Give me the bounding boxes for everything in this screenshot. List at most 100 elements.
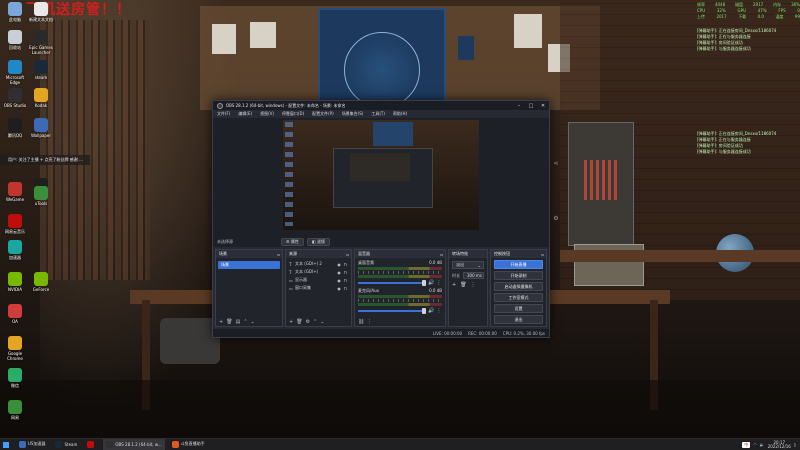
source-item[interactable]: T 文本 (GDI+) ◉ ⊓ bbox=[286, 268, 351, 276]
lock-icon[interactable]: ⊓ bbox=[342, 270, 348, 275]
scene-item[interactable]: 场景 bbox=[218, 261, 280, 269]
fader-row: 🔊 ⋮ bbox=[358, 308, 442, 314]
control-button[interactable]: 退出 bbox=[494, 315, 543, 324]
chevron-up-icon[interactable]: ⌃ bbox=[243, 319, 247, 325]
preview-area[interactable]: ⋖ ⚙ bbox=[213, 118, 559, 236]
menu-item[interactable]: 停靠窗口(D) bbox=[282, 111, 304, 117]
gear-icon[interactable]: ⚙ bbox=[551, 215, 561, 222]
desktop-icon[interactable]: NVIDIA bbox=[2, 272, 28, 292]
menu-item[interactable]: 视图(V) bbox=[260, 111, 274, 117]
volume-slider[interactable] bbox=[358, 280, 426, 286]
gear-icon[interactable]: ⋮ bbox=[436, 280, 442, 286]
app-icon bbox=[8, 304, 22, 318]
lock-icon[interactable]: ⊓ bbox=[342, 278, 348, 283]
desktop-icon[interactable]: 网易云音乐 bbox=[2, 214, 28, 234]
add-icon[interactable]: + bbox=[452, 282, 456, 288]
control-button[interactable]: 开始录制 bbox=[494, 271, 543, 280]
scenes-dock: 场景 ▫ 场景 + 🗑 ▤ ⌃ ⌄ bbox=[215, 249, 283, 327]
taskbar-app[interactable]: 斗鱼直播助手 bbox=[169, 439, 208, 450]
desktop-icon[interactable]: 此电脑 bbox=[2, 2, 28, 22]
desktop-icon[interactable]: Microsoft Edge bbox=[2, 60, 28, 85]
more-icon[interactable]: ⋮ bbox=[471, 282, 476, 288]
dock-float-icon[interactable]: ▫ bbox=[440, 252, 443, 257]
filter-icon[interactable]: ▤ bbox=[236, 319, 241, 325]
ime-indicator[interactable]: 中 bbox=[742, 441, 751, 448]
dock-float-icon[interactable]: ▫ bbox=[541, 252, 544, 257]
control-button[interactable]: 开始直播 bbox=[494, 260, 543, 269]
maximize-icon[interactable]: □ bbox=[525, 103, 537, 109]
lock-icon[interactable]: ⊓ bbox=[342, 262, 348, 267]
desktop-icon[interactable]: Kodak bbox=[28, 88, 54, 108]
taskbar-app[interactable] bbox=[84, 439, 99, 450]
trash-icon[interactable]: 🗑 bbox=[296, 319, 302, 325]
desktop-icon[interactable]: Wallpaper bbox=[28, 118, 54, 138]
control-button[interactable]: 工作室模式 bbox=[494, 293, 543, 302]
trash-icon[interactable]: 🗑 bbox=[226, 319, 232, 325]
lock-icon[interactable]: ⊓ bbox=[342, 286, 348, 291]
minimize-icon[interactable]: – bbox=[513, 103, 525, 109]
duration-input[interactable]: 300 ms bbox=[463, 272, 484, 279]
menu-item[interactable]: 帮助(H) bbox=[393, 111, 407, 117]
share-icon[interactable]: ⋖ bbox=[551, 160, 561, 167]
menu-item[interactable]: 编辑(E) bbox=[238, 111, 252, 117]
taskbar-app[interactable]: Steam bbox=[52, 439, 80, 450]
start-button[interactable] bbox=[0, 439, 12, 450]
desktop-icon[interactable]: OA bbox=[2, 304, 28, 324]
gear-icon[interactable]: ⋮ bbox=[436, 308, 442, 314]
speaker-icon[interactable]: 🔊 bbox=[428, 308, 434, 314]
desktop-icon[interactable]: Google Chrome bbox=[2, 336, 28, 361]
menu-item[interactable]: 场景集合(S) bbox=[342, 111, 364, 117]
chevron-down-icon[interactable]: ⌄ bbox=[320, 319, 324, 325]
volume-icon[interactable]: 🔈 bbox=[760, 442, 765, 447]
add-icon[interactable]: + bbox=[289, 319, 293, 325]
desktop-icon-label: Epic Games Launcher bbox=[29, 45, 53, 55]
properties-button[interactable]: ⚙ 属性 bbox=[281, 237, 304, 246]
obs-window[interactable]: OBS 28.1.2 (64-bit, windows) - 配置文件: 未命名… bbox=[212, 100, 559, 338]
source-item[interactable]: ▭ 窗口采集 ◉ ⊓ bbox=[286, 284, 351, 292]
filters-button[interactable]: ◧ 滤镜 bbox=[306, 237, 330, 246]
desktop-icon[interactable]: Epic Games Launcher bbox=[28, 30, 54, 55]
chevron-down-icon[interactable]: ⌄ bbox=[251, 319, 255, 325]
desktop-icon[interactable]: steam bbox=[28, 60, 54, 80]
menu-item[interactable]: 文件(F) bbox=[217, 111, 230, 117]
clock[interactable]: 20:17 2022/12/16 bbox=[768, 440, 791, 449]
dock-float-icon[interactable]: ▫ bbox=[277, 252, 280, 257]
add-icon[interactable]: + bbox=[219, 319, 223, 325]
gear-icon[interactable]: ⚙ bbox=[306, 319, 310, 325]
control-button[interactable]: 启动虚拟摄像机 bbox=[494, 282, 543, 291]
trash-icon[interactable]: 🗑 bbox=[460, 282, 466, 288]
wifi-icon[interactable]: ◠ bbox=[753, 442, 757, 447]
preview-canvas[interactable] bbox=[283, 120, 479, 230]
speaker-icon[interactable]: 🔊 bbox=[428, 280, 434, 286]
performance-overlay: 帧率 4048 磁盘 2917 内存 36% CPU 32% GPU 47% FPS 0 上传 2017 下… bbox=[697, 2, 800, 20]
desktop-icon[interactable]: 加速器 bbox=[2, 240, 28, 260]
source-item[interactable]: T 文本 (GDI+) 2 ◉ ⊓ bbox=[286, 260, 351, 268]
notification-icon[interactable]: ▯ bbox=[794, 442, 796, 447]
taskbar-app[interactable]: OBS 28.1.2 (64-bit, w... bbox=[103, 438, 165, 450]
close-icon[interactable]: ✕ bbox=[537, 103, 549, 109]
desktop-icon[interactable]: 微信 bbox=[2, 368, 28, 388]
volume-slider[interactable] bbox=[358, 308, 426, 314]
menu-item[interactable]: 工具(T) bbox=[371, 111, 385, 117]
control-button[interactable]: 设置 bbox=[494, 304, 543, 313]
dock-float-icon[interactable]: ▫ bbox=[346, 252, 349, 257]
transition-select[interactable]: 淡出 ⌄ bbox=[452, 261, 484, 269]
desktop-icon[interactable]: 腾讯QQ bbox=[2, 118, 28, 138]
source-item[interactable]: ▭ 显示器 ◉ ⊓ bbox=[286, 276, 351, 284]
stat-cell: 下载 bbox=[738, 14, 747, 19]
menu-item[interactable]: 配置文件(P) bbox=[312, 111, 334, 117]
desktop-icon[interactable]: GeForce bbox=[28, 272, 54, 292]
mixer-dock: 混音器 ▫ 桌面音频 0.0 dB 🔊 ⋮ 麦克风/Aux 0.0 dB 🔊 ⋮ ⛓ ⋮ bbox=[354, 249, 446, 327]
chevron-up-icon[interactable]: ⌃ bbox=[313, 319, 317, 325]
desktop-icon[interactable]: OBS Studio bbox=[2, 88, 28, 108]
taskbar-app[interactable]: US加速器 bbox=[16, 439, 48, 450]
desktop-icon[interactable]: uTools bbox=[28, 186, 54, 206]
link-icon[interactable]: ⛓ bbox=[358, 319, 364, 325]
desktop-icon[interactable]: 新建文本文档 bbox=[28, 2, 54, 22]
obs-titlebar[interactable]: OBS 28.1.2 (64-bit, windows) - 配置文件: 未命名… bbox=[213, 101, 549, 110]
more-icon[interactable]: ⋮ bbox=[367, 319, 372, 325]
desktop-icon[interactable]: 回收站 bbox=[2, 30, 28, 50]
stat-cell: 0.0 bbox=[757, 14, 764, 19]
desktop-icon[interactable]: WeGame bbox=[2, 182, 28, 202]
desktop-icon[interactable]: 网易 bbox=[2, 400, 28, 420]
